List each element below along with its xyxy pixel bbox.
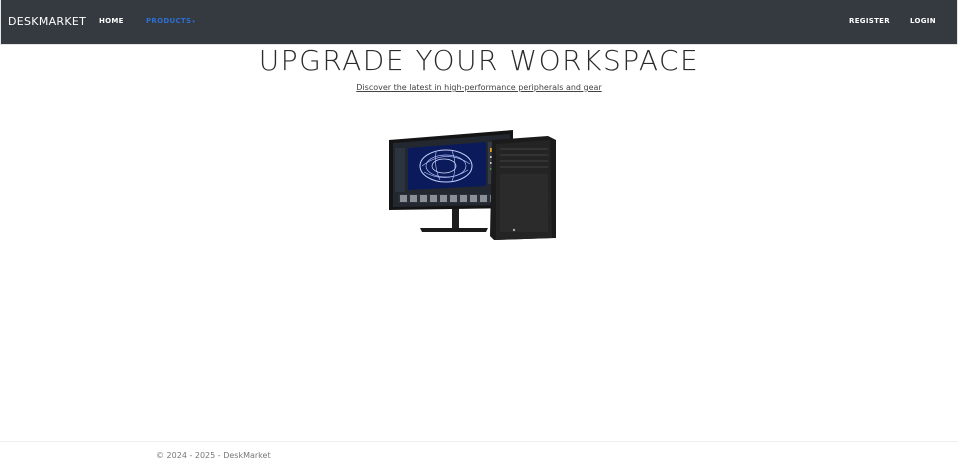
chevron-down-icon: ▾ bbox=[192, 19, 196, 25]
navbar: DESKMARKET HOME PRODUCTS▾ REGISTER LOGIN bbox=[0, 0, 958, 45]
hero-title: UPGRADE YOUR WORKSPACE bbox=[258, 44, 700, 77]
nav-products-dropdown[interactable]: PRODUCTS▾ bbox=[146, 17, 195, 25]
nav-products-label: PRODUCTS bbox=[146, 17, 192, 25]
hero-subtitle-link[interactable]: Discover the latest in high-performance … bbox=[356, 83, 601, 92]
footer-copyright: © 2024 - 2025 - DeskMarket bbox=[156, 451, 271, 460]
nav-register-link[interactable]: REGISTER bbox=[849, 17, 890, 25]
brand-link[interactable]: DESKMARKET bbox=[8, 15, 86, 28]
nav-login-link[interactable]: LOGIN bbox=[910, 17, 936, 25]
workstation-image bbox=[389, 130, 556, 240]
footer-divider bbox=[0, 441, 958, 442]
hero-subtitle-wrapper: Discover the latest in high-performance … bbox=[0, 83, 958, 92]
nav-home-link[interactable]: HOME bbox=[99, 17, 124, 25]
